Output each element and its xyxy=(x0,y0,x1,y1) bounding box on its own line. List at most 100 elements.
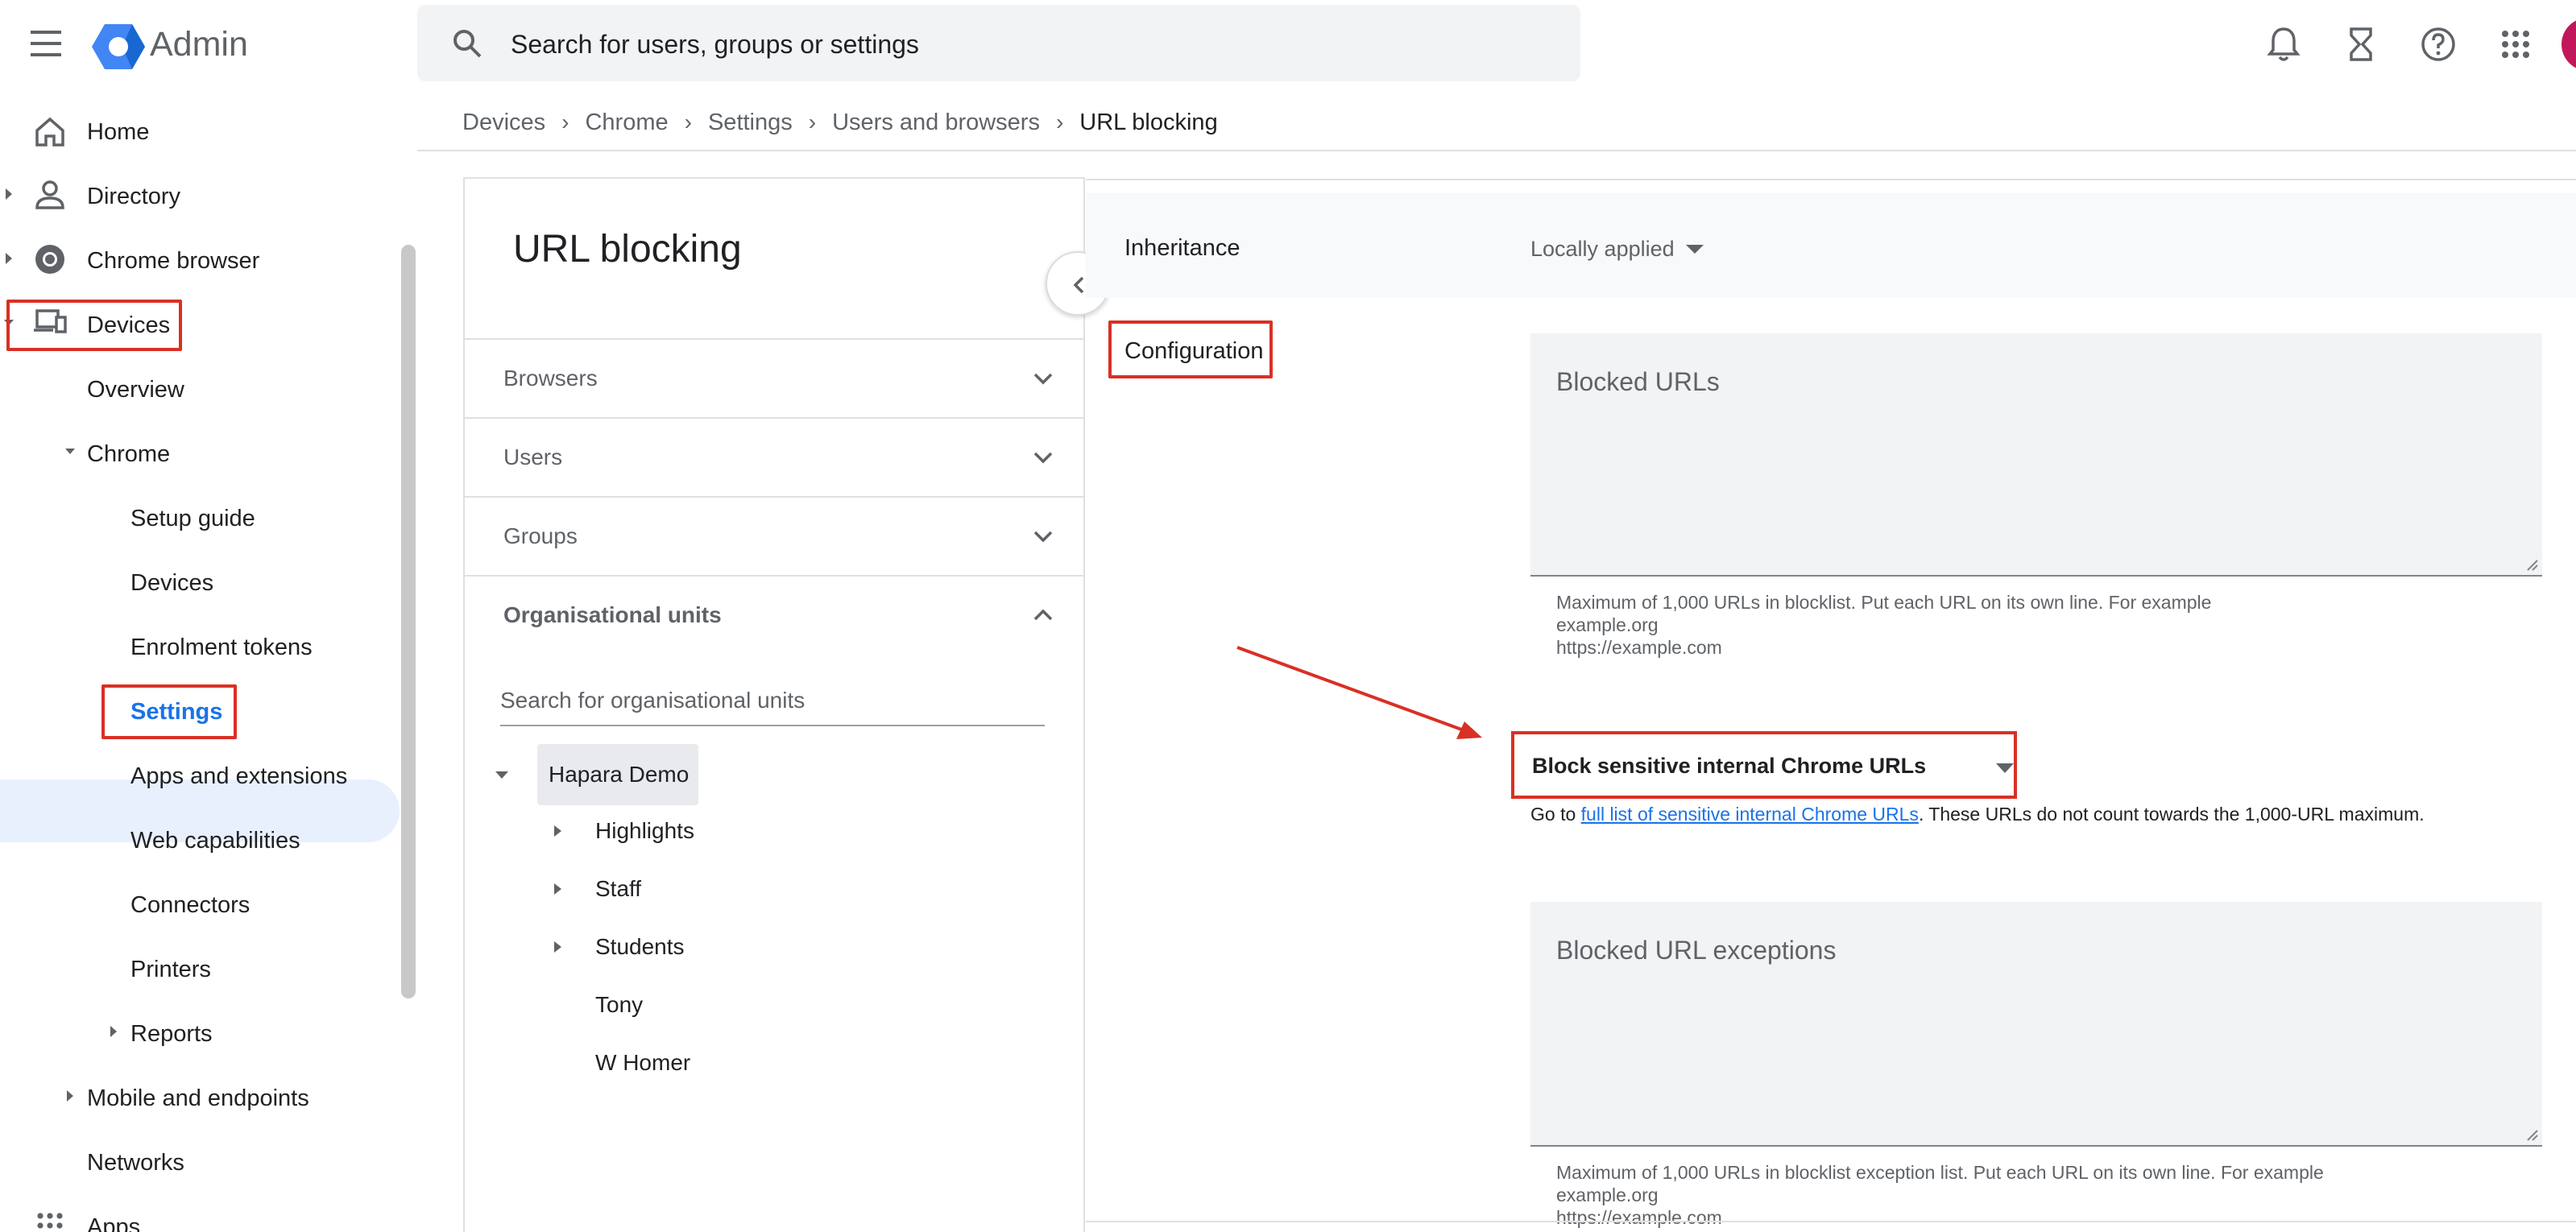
caret-right-icon[interactable] xyxy=(552,939,563,955)
tree-node-hapara-demo[interactable]: Hapara Demo xyxy=(549,750,689,799)
apps-grid-icon[interactable] xyxy=(2495,24,2536,64)
home-icon xyxy=(32,114,68,150)
hourglass-icon[interactable] xyxy=(2341,24,2381,64)
sidebar-item-apps-and-extensions[interactable]: Apps and extensions xyxy=(130,752,347,800)
divider xyxy=(1086,1221,2576,1222)
sidebar-item-overview[interactable]: Overview xyxy=(87,366,184,414)
breadcrumb-settings[interactable]: Settings xyxy=(708,110,793,136)
main-menu-button[interactable] xyxy=(23,23,71,64)
blocked-urls-help-line: Maximum of 1,000 URLs in blocklist. Put … xyxy=(1556,592,2212,613)
divider xyxy=(1086,179,2576,180)
goto-suffix: . These URLs do not count towards the 1,… xyxy=(1918,804,2425,825)
accordion-browsers[interactable]: Browsers xyxy=(465,338,1083,417)
sidebar-item-printers[interactable]: Printers xyxy=(130,945,211,994)
caret-right-icon[interactable] xyxy=(552,881,563,897)
accordion-organisational-units[interactable]: Organisational units xyxy=(465,575,1083,654)
blocked-url-exceptions-label: Blocked URL exceptions xyxy=(1556,936,1837,965)
breadcrumb-chrome[interactable]: Chrome xyxy=(585,110,668,136)
inheritance-label: Inheritance xyxy=(1124,235,1240,261)
resize-handle-icon[interactable] xyxy=(2524,1127,2539,1142)
chevron-right-icon: › xyxy=(561,110,569,134)
caret-right-icon[interactable] xyxy=(552,823,563,839)
sidebar-item-chrome[interactable]: Chrome xyxy=(87,430,170,478)
breadcrumb-current: URL blocking xyxy=(1079,109,1218,135)
accordion-label: Browsers xyxy=(503,366,598,391)
inheritance-row xyxy=(1086,193,2576,298)
accordion-users[interactable]: Users xyxy=(465,417,1083,496)
accordion-label: Organisational units xyxy=(503,602,722,627)
exceptions-help-line: https://example.com xyxy=(1556,1207,1722,1228)
menu-icon xyxy=(31,31,61,56)
inheritance-value: Locally applied xyxy=(1530,237,1675,261)
accordion-label: Groups xyxy=(503,523,578,548)
tree-node-highlights[interactable]: Highlights xyxy=(595,807,694,855)
avatar[interactable] xyxy=(2562,18,2576,71)
caret-down-icon xyxy=(1685,245,1704,254)
app-title: Admin xyxy=(150,25,248,64)
breadcrumb: Devices › Chrome › Settings › Users and … xyxy=(462,108,1218,137)
chevron-up-icon xyxy=(1029,601,1058,630)
sidebar-item-setup-guide[interactable]: Setup guide xyxy=(130,494,255,543)
annotation-arrow xyxy=(1236,646,1482,739)
annotation-highlight-configuration xyxy=(1108,320,1273,378)
person-icon xyxy=(32,177,68,213)
breadcrumb-devices[interactable]: Devices xyxy=(462,110,545,136)
tree-node-staff[interactable]: Staff xyxy=(595,865,641,913)
caret-down-icon xyxy=(1996,763,2014,773)
apps-grid-icon xyxy=(32,1208,68,1232)
inheritance-dropdown[interactable]: Locally applied xyxy=(1530,235,1707,263)
blocked-url-exceptions-textarea[interactable]: Blocked URL exceptions xyxy=(1530,902,2542,1147)
resize-handle-icon[interactable] xyxy=(2524,557,2539,572)
chevron-down-icon xyxy=(1029,522,1058,551)
sidebar-item-connectors[interactable]: Connectors xyxy=(130,881,250,929)
ou-search-placeholder: Search for organisational units xyxy=(500,688,806,713)
sidebar-item-reports[interactable]: Reports xyxy=(130,1010,213,1058)
annotation-highlight-devices xyxy=(6,300,182,351)
divider xyxy=(417,150,2576,151)
blocked-urls-textarea[interactable]: Blocked URLs xyxy=(1530,333,2542,577)
sensitive-urls-link[interactable]: full list of sensitive internal Chrome U… xyxy=(1581,804,1919,825)
sidebar-item-enrolment-tokens[interactable]: Enrolment tokens xyxy=(130,623,313,672)
accordion-groups[interactable]: Groups xyxy=(465,496,1083,575)
chevron-right-icon: › xyxy=(684,110,692,134)
sidebar-item-devices-sub[interactable]: Devices xyxy=(130,559,213,607)
tree-node-w-homer[interactable]: W Homer xyxy=(595,1039,690,1087)
tree-node-tony[interactable]: Tony xyxy=(595,981,643,1029)
sidebar-item-apps[interactable]: Apps xyxy=(87,1203,140,1232)
search-input[interactable]: Search for users, groups or settings xyxy=(511,29,919,60)
exceptions-help-line: Maximum of 1,000 URLs in blocklist excep… xyxy=(1556,1162,2324,1183)
sidebar-item-home[interactable]: Home xyxy=(87,108,149,156)
panel-title: URL blocking xyxy=(513,228,742,271)
breadcrumb-users-and-browsers[interactable]: Users and browsers xyxy=(832,110,1040,136)
exceptions-help-line: example.org xyxy=(1556,1184,1659,1205)
caret-right-icon[interactable] xyxy=(3,251,14,266)
scope-panel: URL blocking Browsers Users Groups Organ… xyxy=(463,177,1085,1232)
admin-logo-icon[interactable] xyxy=(90,21,147,72)
sidebar: Home Directory Chrome browser Devices Ov… xyxy=(0,97,419,1232)
sidebar-item-mobile-and-endpoints[interactable]: Mobile and endpoints xyxy=(87,1074,309,1122)
sensitive-chrome-urls-select[interactable]: Block sensitive internal Chrome URLs xyxy=(1511,731,2017,799)
tree-node-students[interactable]: Students xyxy=(595,923,685,971)
blocked-urls-help-line: example.org xyxy=(1556,614,1659,635)
sidebar-item-directory[interactable]: Directory xyxy=(87,172,180,221)
sidebar-item-networks[interactable]: Networks xyxy=(87,1139,184,1187)
sidebar-item-chrome-browser[interactable]: Chrome browser xyxy=(87,237,259,285)
search-icon xyxy=(449,26,485,61)
global-search-bar[interactable]: Search for users, groups or settings xyxy=(417,5,1580,81)
chevron-down-icon xyxy=(1029,364,1058,393)
chrome-icon xyxy=(32,242,68,277)
sensitive-urls-help: Go to full list of sensitive internal Ch… xyxy=(1530,802,2425,826)
caret-right-icon[interactable] xyxy=(64,1089,76,1103)
sidebar-scrollbar[interactable] xyxy=(401,245,416,998)
caret-down-icon[interactable] xyxy=(64,444,76,459)
sidebar-item-web-capabilities[interactable]: Web capabilities xyxy=(130,817,300,865)
annotation-highlight-settings xyxy=(101,684,237,739)
bell-icon[interactable] xyxy=(2263,24,2304,64)
caret-down-icon[interactable] xyxy=(494,767,508,783)
caret-right-icon[interactable] xyxy=(108,1024,119,1039)
ou-search-input[interactable]: Search for organisational units xyxy=(500,678,1045,726)
chevron-down-icon xyxy=(1029,443,1058,472)
caret-right-icon[interactable] xyxy=(3,187,14,201)
help-icon[interactable] xyxy=(2418,24,2458,64)
blocked-urls-label: Blocked URLs xyxy=(1556,367,1720,396)
